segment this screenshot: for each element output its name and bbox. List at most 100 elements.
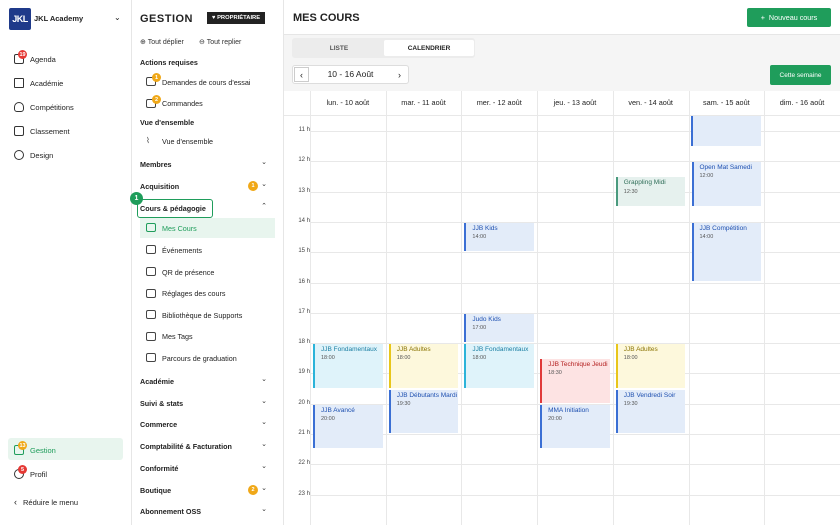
calendar-event[interactable]: JJB Avancé 20:00 (313, 404, 383, 449)
sub-mes-cours[interactable]: Mes Cours (162, 224, 197, 233)
day-header: jeu. - 13 août (553, 98, 597, 107)
sub-evenements[interactable]: Événements (162, 246, 202, 255)
calendar-event[interactable]: JJB Adultes 18:00 (388, 344, 459, 388)
event-time: 20:00 (321, 415, 335, 422)
hour-label: 18 h (298, 339, 310, 346)
sub-reglages[interactable]: Réglages des cours (162, 289, 226, 298)
chevron-down-icon[interactable]: ⌄ (261, 180, 267, 188)
sub-bibliotheque[interactable]: Bibliothèque de Supports (162, 311, 242, 320)
section-conformite[interactable]: Conformité (140, 464, 178, 473)
calendar-event[interactable] (690, 116, 762, 147)
calendar-event[interactable]: JJB Débutants Mardi 19:30 (388, 389, 459, 433)
event-time: 18:00 (623, 355, 638, 362)
day-header: sam. - 15 août (703, 98, 750, 107)
hour-label: 23 h (298, 490, 310, 497)
main-sidebar: JKL JKL Academy ⌄ Agenda 19 Académie Com… (0, 0, 132, 525)
expand-all-button[interactable]: ⊕ Tout déplier (140, 38, 184, 46)
event-title: MMA Initiation (548, 406, 589, 414)
chevron-down-icon[interactable]: ⌄ (261, 440, 267, 448)
day-header: mer. - 12 août (476, 98, 522, 107)
calendar-event[interactable]: MMA Initiation 20:00 (540, 404, 610, 449)
section-acquisition[interactable]: Acquisition (140, 182, 179, 191)
event-title: Open Mat Samedi (699, 164, 752, 172)
chevron-down-icon[interactable]: ⌄ (261, 484, 267, 492)
tab-liste[interactable]: LISTE (294, 40, 384, 56)
settings-icon (146, 289, 156, 298)
event-title: JJB Fondamentaux (472, 346, 529, 354)
pulse-icon: ⌇ (146, 136, 150, 145)
section-comptabilite[interactable]: Comptabilité & Facturation (140, 442, 232, 451)
calendar-event[interactable]: Open Mat Samedi 12:00 (691, 162, 762, 206)
podium-icon (14, 126, 24, 136)
section-cours-pedagogie[interactable]: Cours & pédagogie (140, 204, 206, 213)
academy-switch-chevron-icon[interactable]: ⌄ (114, 13, 121, 22)
trial-requests-link[interactable]: Demandes de cours d'essai (162, 78, 250, 87)
calendar-event[interactable]: JJB Vendredi Soir 19:30 (615, 389, 686, 433)
chevron-down-icon[interactable]: ⌄ (261, 375, 267, 383)
gestion-badge: 13 (18, 441, 27, 450)
tab-calendrier[interactable]: CALENDRIER (384, 40, 474, 56)
chevron-down-icon[interactable]: ⌄ (261, 397, 267, 405)
overview-link[interactable]: Vue d'ensemble (162, 137, 213, 146)
event-time: 20:00 (548, 415, 562, 422)
chevron-down-icon[interactable]: ⌄ (261, 158, 267, 166)
section-commerce[interactable]: Commerce (140, 420, 177, 429)
event-time: 14:00 (699, 234, 714, 241)
column-line (764, 91, 766, 525)
calendar-event[interactable]: JJB Technique Jeudi 18:30 (540, 359, 610, 403)
section-abonnement[interactable]: Abonnement OSS (140, 507, 201, 516)
building-icon (14, 78, 24, 88)
new-course-button[interactable]: + Nouveau cours (747, 8, 831, 27)
reduce-menu-button[interactable]: ‹ Réduire le menu (14, 497, 78, 507)
next-week-button[interactable]: › (392, 67, 407, 82)
section-suivi[interactable]: Suivi & stats (140, 399, 183, 408)
section-academie[interactable]: Académie (140, 377, 174, 386)
orders-link[interactable]: Commandes (162, 99, 203, 108)
nav-design-label: Design (30, 150, 54, 160)
agenda-badge: 19 (18, 50, 27, 59)
academy-logo: JKL (9, 8, 31, 30)
column-line (310, 91, 311, 525)
nav-classement[interactable]: Classement (14, 126, 70, 136)
event-title: JJB Adultes (396, 346, 431, 354)
day-header: lun. - 10 août (326, 98, 370, 107)
sub-qr-presence[interactable]: QR de présence (162, 268, 214, 277)
calendar-event[interactable]: Judo Kids 17:00 (464, 313, 535, 343)
calendar-event[interactable]: Grappling Midi 12:30 (615, 177, 686, 206)
boutique-badge: 2 (248, 485, 258, 495)
event-title: JJB Kids (472, 224, 498, 232)
chevron-up-icon[interactable]: ⌃ (261, 202, 267, 210)
chevron-down-icon[interactable]: ⌄ (261, 505, 267, 513)
hour-label: 19 h (298, 369, 310, 376)
prev-week-button[interactable]: ‹ (294, 67, 309, 82)
sub-parcours[interactable]: Parcours de graduation (162, 354, 237, 363)
section-boutique[interactable]: Boutique (140, 486, 171, 495)
academy-name[interactable]: JKL Academy (34, 14, 83, 23)
page-title: MES COURS (293, 12, 360, 24)
orders-badge: 2 (152, 95, 161, 104)
calendar-event[interactable]: JJB Kids 14:00 (464, 222, 535, 252)
hour-line (310, 282, 840, 284)
calendar-event[interactable]: JJB Compétition 14:00 (691, 222, 762, 282)
plus-icon: + (760, 13, 765, 22)
calendar-event[interactable]: JJB Fondamentaux 18:00 (313, 344, 383, 388)
chevron-down-icon[interactable]: ⌄ (261, 418, 267, 426)
hour-label: 20 h (298, 399, 310, 406)
nav-agenda-label: Agenda (30, 54, 56, 64)
chevron-down-icon[interactable]: ⌄ (261, 462, 267, 470)
collapse-all-button[interactable]: ⊖ Tout replier (199, 38, 241, 46)
nav-competitions[interactable]: Compétitions (14, 102, 74, 112)
sub-mes-tags[interactable]: Mes Tags (162, 332, 193, 341)
event-time: 18:00 (396, 355, 411, 362)
calendar-event[interactable]: JJB Fondamentaux 18:00 (464, 344, 535, 388)
event-time: 17:00 (472, 324, 487, 331)
event-title: JJB Technique Jeudi (548, 361, 608, 369)
graduation-icon (146, 353, 156, 362)
nav-design[interactable]: Design (14, 150, 53, 160)
expand-all-label: Tout déplier (147, 39, 184, 46)
calendar-event[interactable]: JJB Adultes 18:00 (615, 344, 686, 388)
nav-academie[interactable]: Académie (14, 78, 63, 88)
nav-gestion-label: Gestion (30, 445, 56, 455)
this-week-button[interactable]: Cette semaine (770, 65, 831, 85)
section-membres[interactable]: Membres (140, 160, 172, 169)
